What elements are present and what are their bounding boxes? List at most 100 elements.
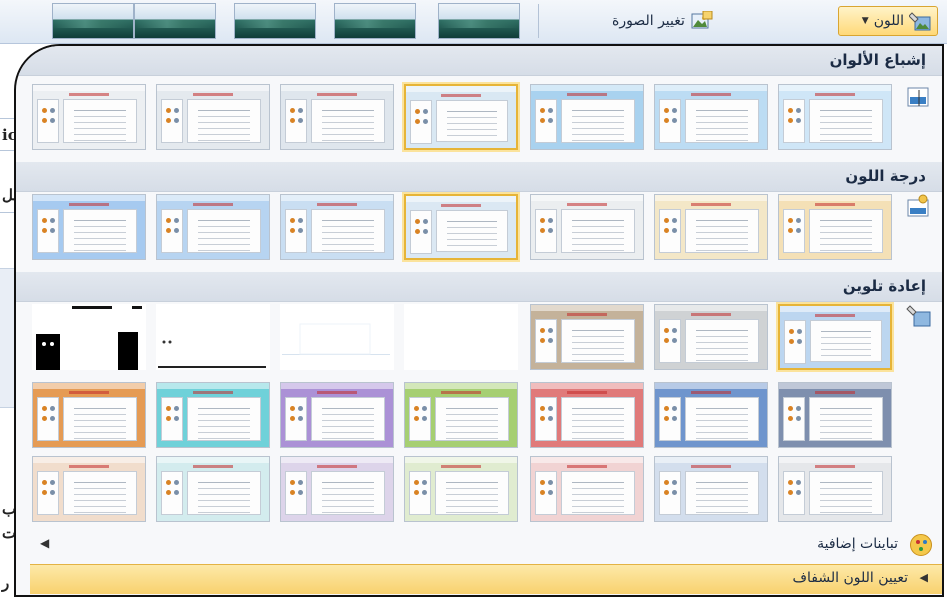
thumb-header-line (691, 93, 731, 96)
recolor-icon (906, 304, 932, 328)
thumb-header-line (317, 93, 357, 96)
thumb-titlebar (33, 383, 145, 389)
thumb-document (187, 209, 261, 253)
color-variant-thumb[interactable] (404, 456, 518, 522)
color-variant-thumb[interactable] (778, 194, 892, 260)
picture-style-thumb[interactable] (438, 3, 520, 39)
color-variant-thumb[interactable] (156, 456, 270, 522)
thumb-document (435, 397, 509, 441)
picture-style-thumb[interactable] (234, 3, 316, 39)
color-variant-thumb[interactable] (280, 194, 394, 260)
thumb-document (187, 397, 261, 441)
bg-text-fragment: ر (2, 574, 10, 592)
thumb-titlebar (655, 457, 767, 463)
chevron-left-icon[interactable]: ◀ (40, 536, 49, 550)
color-button[interactable]: اللون ▼ (838, 6, 938, 36)
thumb-side-panel (409, 471, 431, 515)
change-picture-icon (691, 10, 713, 31)
color-variant-thumb[interactable] (32, 194, 146, 260)
change-picture-label: تغيير الصورة (612, 13, 685, 29)
color-variant-thumb[interactable] (404, 194, 518, 260)
thumb-titlebar (406, 196, 516, 202)
picture-style-thumb[interactable] (334, 3, 416, 39)
color-variant-thumb[interactable] (32, 456, 146, 522)
color-variant-thumb[interactable] (654, 194, 768, 260)
color-variant-thumb[interactable] (156, 382, 270, 448)
color-variant-thumb[interactable] (156, 84, 270, 150)
color-variant-thumb[interactable] (530, 456, 644, 522)
thumb-side-panel (783, 99, 805, 143)
color-variant-thumb[interactable] (280, 456, 394, 522)
thumb-header-line (69, 93, 109, 96)
thumb-header-line (441, 465, 481, 468)
thumb-side-panel (37, 209, 59, 253)
chevron-left-icon: ◀ (919, 571, 928, 584)
bw-variant-thumb[interactable] (32, 304, 146, 370)
thumb-document (685, 99, 759, 143)
thumb-side-panel (659, 397, 681, 441)
color-variant-thumb[interactable] (404, 382, 518, 448)
picture-style-thumb[interactable] (52, 3, 134, 39)
more-variants-row[interactable]: تباينات إضافية ◀ (16, 528, 942, 564)
color-variant-thumb[interactable] (280, 382, 394, 448)
color-variant-thumb[interactable] (530, 194, 644, 260)
color-variant-thumb[interactable] (778, 304, 892, 370)
bw-variant-thumb[interactable] (280, 304, 394, 370)
thumb-side-panel (783, 471, 805, 515)
color-variant-thumb[interactable] (32, 84, 146, 150)
thumb-titlebar (281, 383, 393, 389)
thumb-titlebar (531, 85, 643, 91)
ribbon-divider (538, 4, 539, 38)
color-variant-thumb[interactable] (404, 84, 518, 150)
thumb-header-line (193, 93, 233, 96)
color-variant-thumb[interactable] (654, 84, 768, 150)
color-variant-thumb[interactable] (778, 382, 892, 448)
color-variant-thumb[interactable] (32, 382, 146, 448)
thumb-side-panel (783, 209, 805, 253)
color-variant-thumb[interactable] (654, 456, 768, 522)
thumb-header-line (815, 314, 855, 317)
thumb-side-panel (285, 99, 307, 143)
thumb-document (561, 397, 635, 441)
thumb-titlebar (157, 195, 269, 201)
thumb-document (311, 397, 385, 441)
thumb-side-panel (285, 209, 307, 253)
section-title: درجة اللون (845, 167, 926, 185)
color-variant-thumb[interactable] (654, 304, 768, 370)
thumb-side-panel (783, 397, 805, 441)
color-variant-thumb[interactable] (778, 456, 892, 522)
color-variant-thumb[interactable] (530, 84, 644, 150)
picture-style-thumb[interactable] (134, 3, 216, 39)
thumb-side-panel (410, 100, 432, 144)
color-dropdown-panel: إشباع الألوان درجة اللون إعادة تلوين تبا… (14, 44, 944, 597)
thumb-header-line (193, 203, 233, 206)
thumb-header-line (567, 465, 607, 468)
bw-variant-thumb[interactable] (404, 304, 518, 370)
thumb-header-line (691, 203, 731, 206)
thumb-side-panel (161, 471, 183, 515)
thumb-side-panel (37, 397, 59, 441)
bw-variant-thumb[interactable] (156, 304, 270, 370)
color-variant-thumb[interactable] (156, 194, 270, 260)
color-variant-thumb[interactable] (654, 382, 768, 448)
color-variant-thumb[interactable] (280, 84, 394, 150)
thumb-titlebar (780, 306, 890, 312)
thumb-document (810, 320, 882, 362)
thumb-header-line (441, 391, 481, 394)
thumb-titlebar (655, 85, 767, 91)
thumb-header-line (69, 391, 109, 394)
thumb-document (63, 397, 137, 441)
thumb-side-panel (535, 397, 557, 441)
thumb-side-panel (659, 99, 681, 143)
thumb-titlebar (405, 383, 517, 389)
thumb-document (561, 471, 635, 515)
set-transparent-color-item[interactable]: ◀ تعيين اللون الشفاف (30, 564, 942, 594)
thumb-document (561, 209, 635, 253)
change-picture-button[interactable]: تغيير الصورة (612, 8, 713, 34)
color-variant-thumb[interactable] (778, 84, 892, 150)
color-variant-thumb[interactable] (530, 382, 644, 448)
color-variant-thumb[interactable] (530, 304, 644, 370)
thumb-document (809, 99, 883, 143)
thumb-side-panel (659, 209, 681, 253)
section-title: إشباع الألوان (829, 51, 926, 69)
